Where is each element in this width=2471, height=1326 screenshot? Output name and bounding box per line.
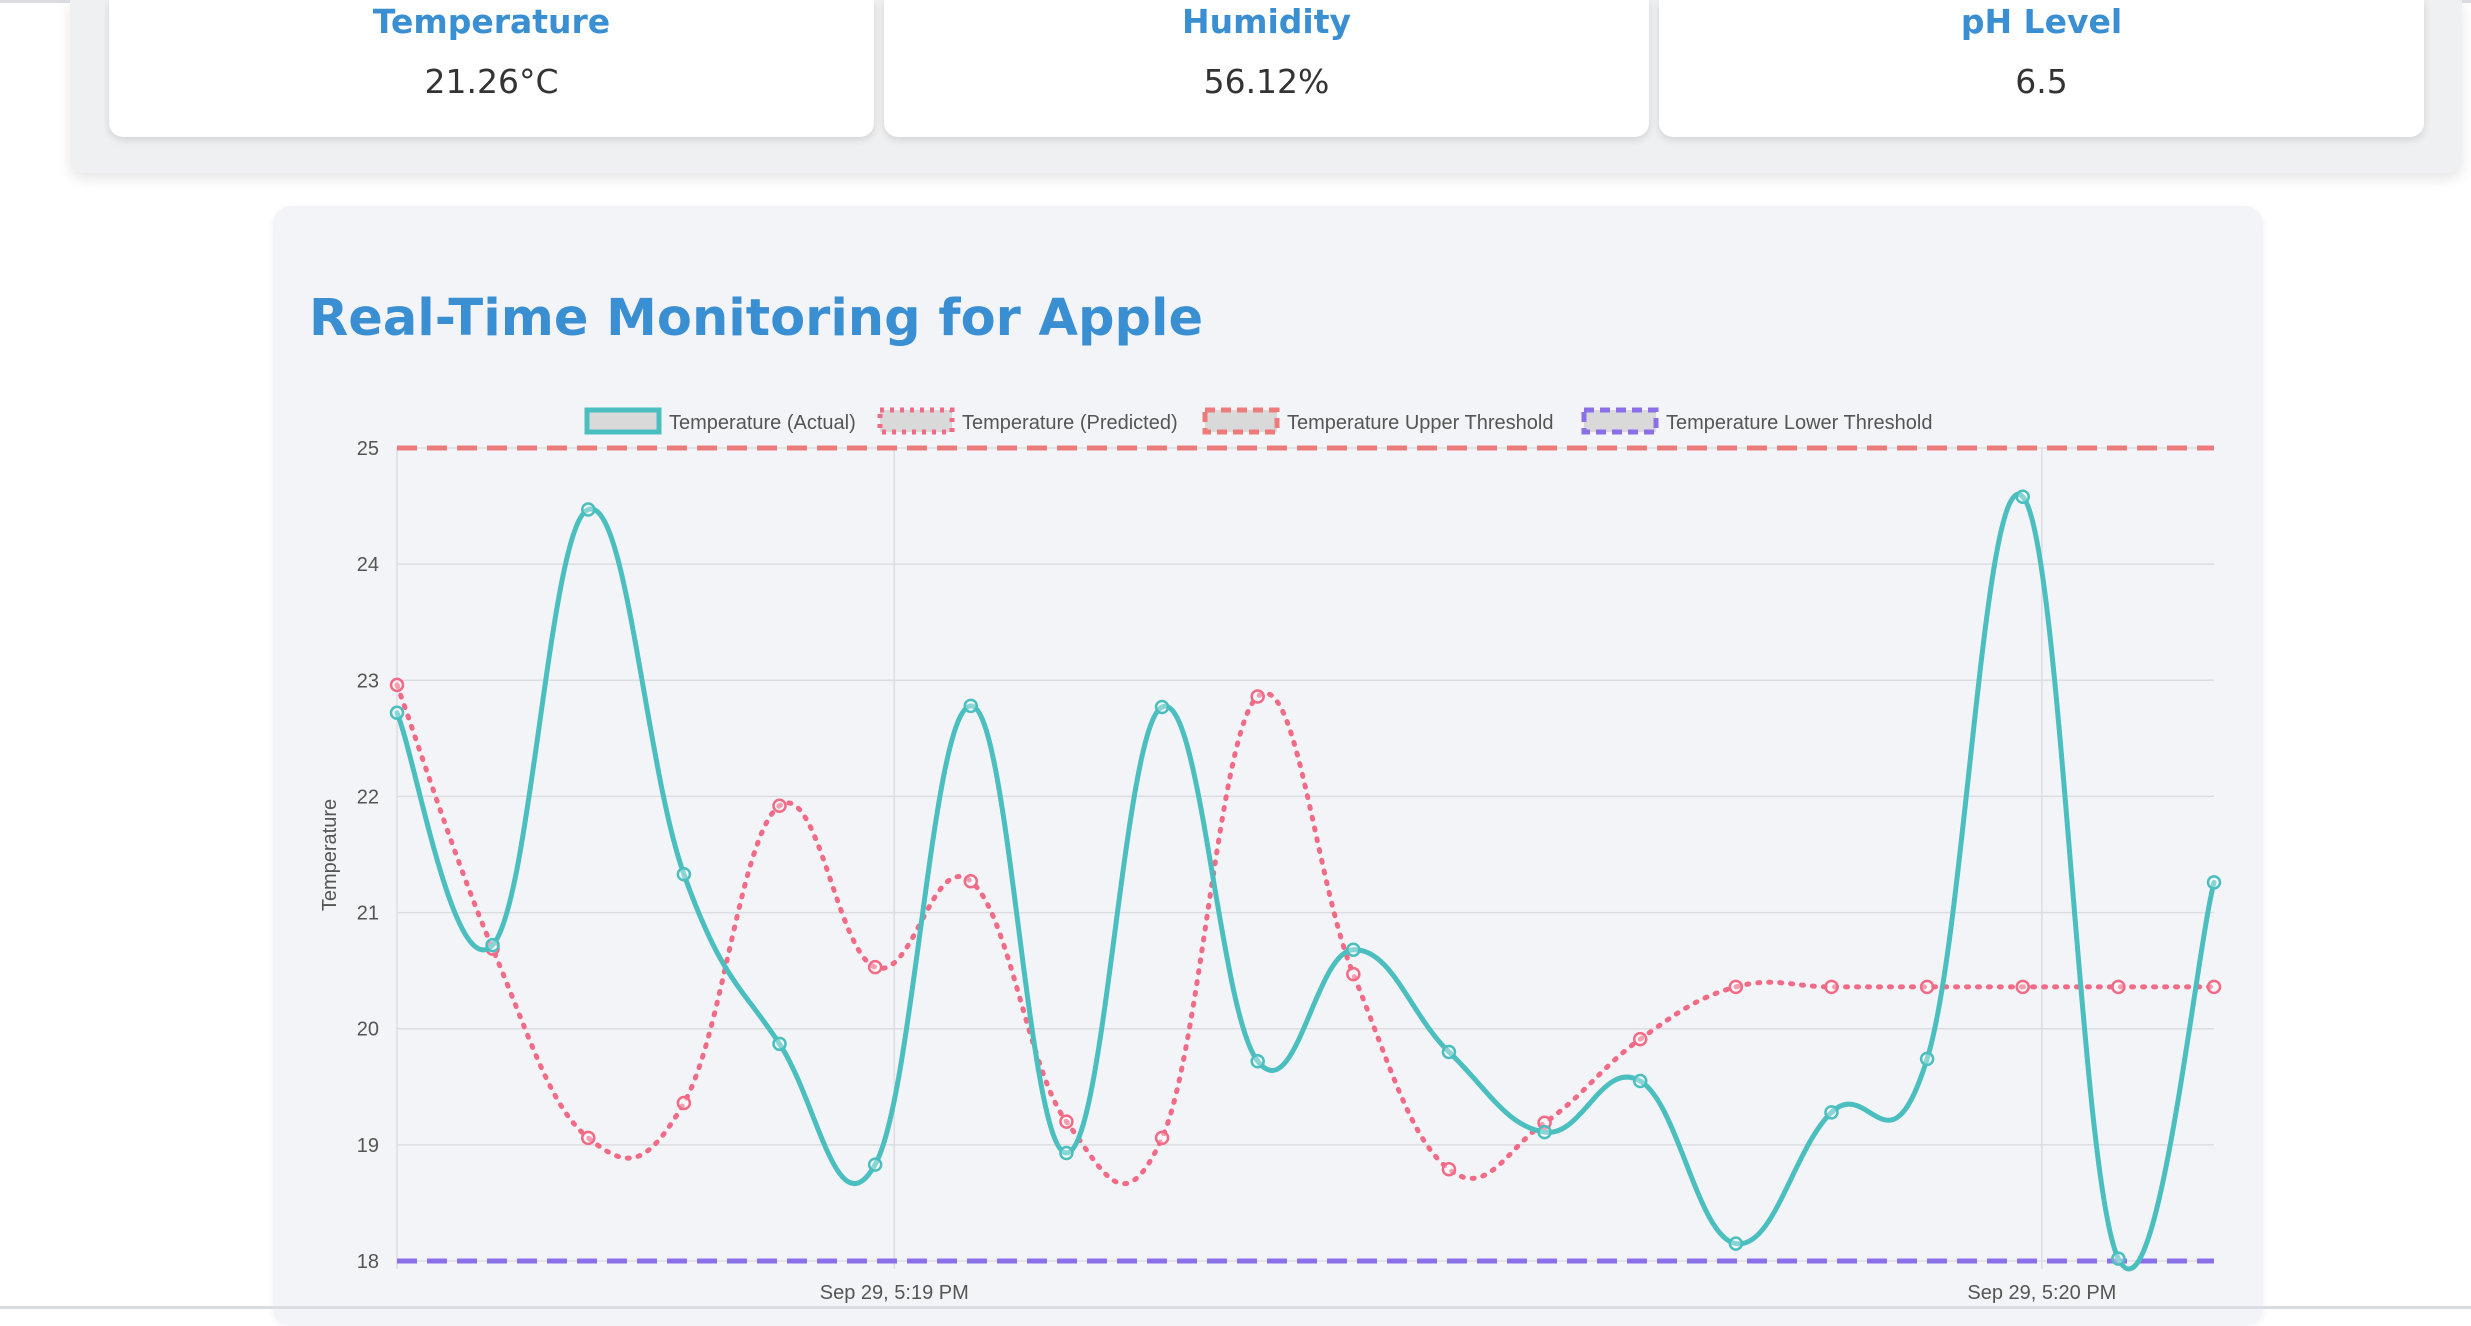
actual-point	[1441, 1044, 1457, 1060]
actual-point	[1632, 1073, 1648, 1089]
predicted-point	[581, 1130, 596, 1146]
actual-point	[1824, 1105, 1839, 1120]
legend-label: Temperature (Actual)	[669, 412, 856, 434]
y-tick-label: 18	[357, 1251, 379, 1273]
temperature-chart: 18 19 20 21 22 23 24 25 Sep 29, 5:19 PM Sep 29, 5…	[319, 407, 2222, 1304]
actual-point	[389, 705, 405, 721]
predicted-point	[1728, 979, 1744, 995]
legend-label: Temperature (Predicted)	[962, 412, 1178, 434]
actual-point	[1919, 1051, 1935, 1067]
actual-point	[2015, 489, 2030, 505]
actual-point	[1250, 1053, 1265, 1069]
x-tick-label: Sep 29, 5:19 PM	[820, 1282, 969, 1304]
predicted-point	[389, 677, 405, 693]
actual-point	[485, 937, 500, 953]
predicted-point	[2015, 979, 2030, 995]
legend-label: Temperature Upper Threshold	[1287, 412, 1553, 434]
actual-point	[772, 1036, 787, 1052]
predicted-point	[2206, 979, 2222, 995]
actual-point	[1346, 942, 1361, 957]
y-tick-label: 20	[357, 1019, 379, 1041]
y-tick-label: 23	[357, 670, 379, 692]
actual-point	[1537, 1124, 1552, 1140]
legend-swatch	[1581, 407, 1659, 435]
actual-point	[2206, 875, 2222, 890]
predicted-point	[2111, 979, 2126, 995]
y-tick-label: 19	[357, 1135, 379, 1157]
actual-point	[1154, 699, 1170, 715]
predicted-point	[867, 959, 883, 975]
legend-label: Temperature Lower Threshold	[1666, 412, 1932, 434]
y-tick-label: 25	[357, 438, 379, 460]
x-tick-label: Sep 29, 5:20 PM	[1967, 1282, 2116, 1304]
actual-point	[2111, 1251, 2126, 1266]
predicted-line	[394, 682, 2217, 1187]
predicted-point	[963, 873, 979, 889]
y-tick-label: 22	[357, 786, 379, 808]
actual-line	[394, 491, 2217, 1272]
predicted-point	[676, 1095, 692, 1111]
y-tick-label: 24	[357, 554, 379, 576]
predicted-point	[1250, 689, 1265, 704]
predicted-point	[1346, 966, 1361, 982]
predicted-point	[1154, 1130, 1170, 1146]
predicted-point	[1824, 979, 1839, 995]
actual-point	[1059, 1145, 1074, 1161]
actual-point	[581, 502, 596, 517]
predicted-point	[1919, 979, 1935, 995]
predicted-point	[772, 798, 787, 813]
actual-point	[676, 866, 692, 882]
predicted-point	[1632, 1031, 1648, 1047]
predicted-point	[1059, 1114, 1074, 1129]
legend-swatch	[584, 407, 662, 435]
legend-swatch	[1202, 407, 1280, 435]
actual-point	[963, 698, 979, 714]
actual-point	[867, 1157, 883, 1172]
legend-swatch	[877, 407, 955, 435]
actual-point	[1728, 1236, 1744, 1251]
predicted-point	[1441, 1161, 1457, 1177]
y-tick-label: 21	[357, 903, 379, 925]
y-axis-title: Temperature	[319, 799, 341, 911]
